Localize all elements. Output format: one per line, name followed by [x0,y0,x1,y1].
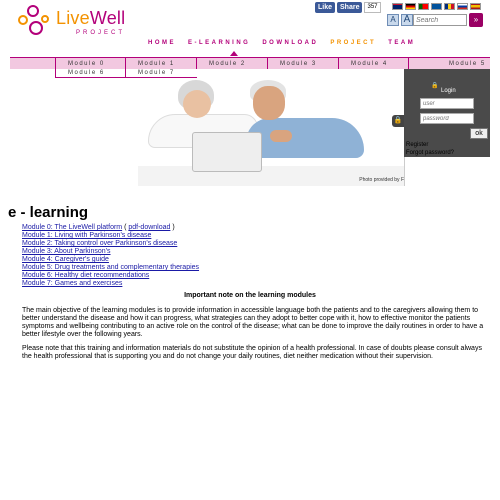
search-go-button[interactable]: » [469,13,483,27]
search-input[interactable] [413,14,467,26]
flag-uk-icon[interactable] [392,3,403,10]
module-link-6[interactable]: Module 6: Healthy diet recommendations [22,272,199,280]
login-title: Login [441,88,456,94]
language-flags [392,3,481,10]
nav-project[interactable]: PROJECT [330,40,376,46]
photo-credit: Photo provided by F [359,177,404,183]
font-smaller-button[interactable]: A [387,14,399,26]
logo-mark-icon [16,3,56,39]
page-title: e - learning [8,204,89,221]
pdf-download-link[interactable]: pdf-download [128,224,170,231]
livewell-logo[interactable]: LiveWell PROJECT [16,3,146,39]
module-link-1[interactable]: Module 1: Living with Parkinson's diseas… [22,232,199,240]
laptop-illustration [192,132,262,172]
man-figure [246,118,364,158]
module-link-3[interactable]: Module 3: About Parkinson's [22,248,199,256]
login-ok-button[interactable]: ok [470,128,488,139]
nav-team[interactable]: TEAM [388,40,415,46]
flag-germany-icon[interactable] [405,3,416,10]
facebook-like-button[interactable]: Like [315,2,336,13]
main-navigation: HOME E-LEARNING DOWNLOAD PROJECT TEAM [148,40,427,46]
hero-photo: Photo provided by F [138,78,404,186]
login-password-field[interactable] [420,113,474,124]
flag-spain-icon[interactable] [470,3,481,10]
note-paragraph-1: The main objective of the learning modul… [22,307,484,338]
module-link-2[interactable]: Module 2: Taking control over Parkinson'… [22,240,199,248]
logo-subtitle: PROJECT [76,30,126,36]
nav-home[interactable]: HOME [148,40,176,46]
facebook-widget: Like Share 357 [315,2,381,13]
module-link-5[interactable]: Module 5: Drug treatments and complement… [22,264,199,272]
logo-text: LiveWell [56,8,126,28]
modules-bar: Module 0 Module 1 Module 2 Module 3 Modu… [10,57,490,70]
flag-russia-icon[interactable] [457,3,468,10]
list-item: Module 0: The LiveWell platform ( pdf-do… [22,224,199,232]
login-user-field[interactable] [420,98,474,109]
nav-e-learning[interactable]: E-LEARNING [188,40,250,46]
flag-romania-icon[interactable] [444,3,455,10]
facebook-like-count: 357 [364,2,381,13]
nav-download[interactable]: DOWNLOAD [262,40,318,46]
facebook-share-button[interactable]: Share [337,2,363,13]
module-tab-7[interactable]: Module 7 [125,69,197,78]
font-size-controls: A A [387,14,413,26]
font-larger-button[interactable]: A [401,14,413,26]
note-paragraph-2: Please note that this training and infor… [22,345,482,360]
forgot-password-link[interactable]: Forgot password? [406,150,454,156]
flag-iceland-icon[interactable] [431,3,442,10]
module-link-4[interactable]: Module 4: Caregiver's guide [22,256,199,264]
lock-icon: 🔒 [431,83,439,89]
important-note-heading: Important note on the learning modules [184,292,316,299]
pdf-close-paren: ) [170,224,175,231]
module-link-7[interactable]: Module 7: Games and exercises [22,280,199,288]
active-nav-indicator [230,51,238,56]
flag-portugal-icon[interactable] [418,3,429,10]
login-toggle-lock-icon[interactable]: 🔒 [392,115,404,127]
module-link-0[interactable]: Module 0: The LiveWell platform [22,224,122,231]
module-tab-6[interactable]: Module 6 [55,69,125,78]
module-links-list: Module 0: The LiveWell platform ( pdf-do… [22,224,199,288]
register-link[interactable]: Register [406,142,428,148]
